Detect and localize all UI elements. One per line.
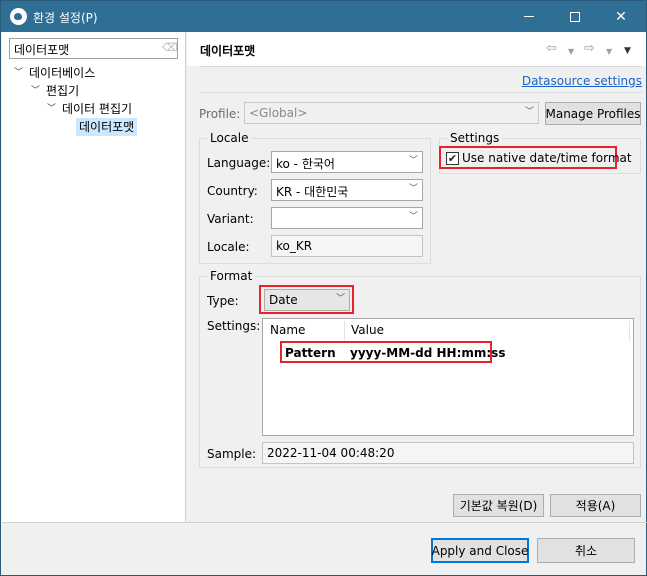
- close-button[interactable]: ✕: [598, 1, 644, 32]
- filter-text: 데이터포맷: [14, 43, 70, 57]
- app-icon: [10, 8, 27, 25]
- language-value: ko - 한국어: [276, 157, 335, 171]
- native-format-label[interactable]: Use native date/time format: [462, 151, 632, 165]
- tree-item-label: 편집기: [46, 84, 80, 98]
- preference-tree-pane: 데이터포맷 ⌫ ﹀ 데이터베이스 ﹀ 편집기 ﹀ 데이터 편집기 데이터포맷: [2, 32, 186, 522]
- chevron-down-icon: ﹀: [409, 184, 419, 194]
- country-value: KR - 대한민국: [276, 185, 349, 199]
- sample-label: Sample:: [207, 447, 257, 461]
- check-icon: ✔: [447, 152, 458, 165]
- settings-table-label: Settings:: [207, 319, 261, 333]
- back-dropdown-icon[interactable]: ▼: [568, 45, 574, 59]
- datasource-settings-link[interactable]: Datasource settings: [522, 74, 642, 88]
- preferences-window: 환경 설정(P) ✕ 데이터포맷 ⌫ ﹀ 데이터베이스 ﹀ 편집기 ﹀ 데이터 …: [0, 0, 647, 576]
- locale-value: ko_KR: [276, 239, 313, 253]
- restore-defaults-button[interactable]: 기본값 복원(D): [453, 494, 544, 517]
- locale-value-label: Locale:: [207, 240, 250, 254]
- chevron-down-icon: ﹀: [409, 156, 419, 166]
- profile-label: Profile:: [199, 107, 241, 121]
- format-group-title: Format: [207, 269, 256, 283]
- forward-arrow-icon[interactable]: ⇨: [584, 42, 595, 56]
- header-divider: [200, 66, 642, 67]
- column-header-name[interactable]: Name: [270, 323, 305, 337]
- language-label: Language:: [207, 156, 271, 170]
- forward-dropdown-icon[interactable]: ▼: [606, 45, 612, 59]
- manage-profiles-button[interactable]: Manage Profiles: [545, 102, 641, 125]
- maximize-button[interactable]: [552, 1, 598, 32]
- variant-label: Variant:: [207, 212, 254, 226]
- title-bar[interactable]: 환경 설정(P) ✕: [1, 1, 646, 32]
- type-highlight: [259, 285, 354, 314]
- country-select[interactable]: KR - 대한민국 ﹀: [271, 179, 423, 201]
- country-label: Country:: [207, 184, 258, 198]
- tree-item-database[interactable]: ﹀ 데이터베이스: [14, 64, 95, 82]
- column-divider: [629, 321, 630, 341]
- link-divider: [200, 92, 642, 93]
- chevron-down-icon[interactable]: ﹀: [14, 69, 23, 78]
- chevron-down-icon[interactable]: ﹀: [47, 105, 56, 114]
- close-icon: ✕: [615, 8, 627, 25]
- view-menu-icon[interactable]: ▼: [624, 44, 631, 58]
- maximize-icon: [570, 11, 580, 22]
- apply-button[interactable]: 적용(A): [550, 494, 641, 517]
- page-title: 데이터포맷: [200, 44, 256, 58]
- chevron-down-icon: ﹀: [525, 107, 535, 117]
- chevron-down-icon: ﹀: [409, 212, 419, 222]
- window-title: 환경 설정(P): [33, 11, 98, 25]
- profile-value: <Global>: [249, 106, 308, 120]
- page-header: 데이터포맷 ⇦ ▼ ⇨ ▼ ▼: [187, 32, 646, 66]
- minimize-button[interactable]: [506, 1, 552, 32]
- sample-value: 2022-11-04 00:48:20: [267, 446, 395, 460]
- tree-item-editors[interactable]: ﹀ 편집기: [31, 82, 79, 100]
- pattern-row-highlight: [280, 341, 492, 363]
- locale-value-field: ko_KR: [271, 235, 423, 257]
- language-select[interactable]: ko - 한국어 ﹀: [271, 151, 423, 173]
- settings-table[interactable]: Name Value Pattern yyyy-MM-dd HH:mm:ss: [262, 318, 634, 436]
- tree-item-label: 데이터포맷: [79, 120, 135, 134]
- column-header-value[interactable]: Value: [351, 323, 384, 337]
- minimize-icon: [524, 16, 534, 17]
- tree-item-label: 데이터 편집기: [62, 102, 133, 116]
- native-format-checkbox[interactable]: ✔: [446, 152, 459, 165]
- filter-input[interactable]: 데이터포맷 ⌫: [9, 38, 178, 59]
- column-divider: [344, 321, 345, 341]
- clear-filter-icon[interactable]: ⌫: [162, 42, 178, 54]
- back-arrow-icon[interactable]: ⇦: [546, 42, 557, 56]
- tree-item-data-format[interactable]: 데이터포맷: [76, 118, 138, 136]
- tree-item-label: 데이터베이스: [29, 66, 96, 80]
- settings-group-title: Settings: [447, 131, 503, 145]
- sample-field: 2022-11-04 00:48:20: [262, 442, 634, 464]
- tree-item-data-editor[interactable]: ﹀ 데이터 편집기: [47, 100, 132, 118]
- preference-page: 데이터포맷 ⇦ ▼ ⇨ ▼ ▼ Datasource settings Prof…: [187, 32, 646, 522]
- type-label: Type:: [207, 294, 239, 308]
- cancel-button[interactable]: 취소: [537, 538, 635, 563]
- dialog-divider: [2, 522, 647, 523]
- apply-and-close-button[interactable]: Apply and Close: [431, 538, 529, 563]
- locale-group-title: Locale: [207, 131, 252, 145]
- variant-select[interactable]: ﹀: [271, 207, 423, 229]
- profile-select: <Global> ﹀: [244, 102, 539, 124]
- chevron-down-icon[interactable]: ﹀: [31, 87, 40, 96]
